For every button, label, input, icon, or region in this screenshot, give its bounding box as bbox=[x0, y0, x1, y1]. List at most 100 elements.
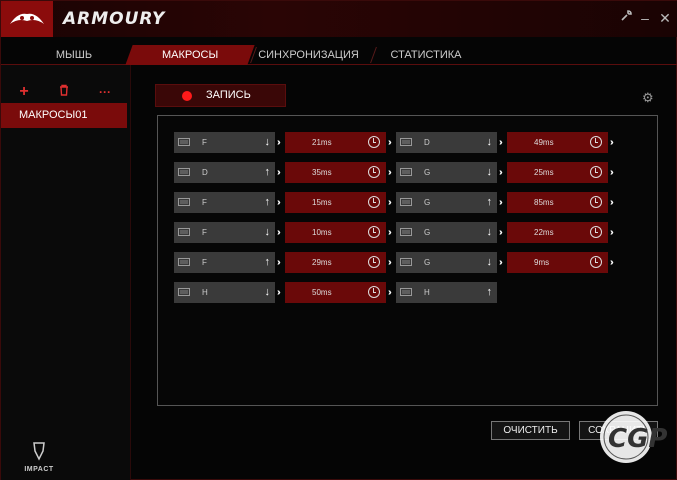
gear-icon[interactable]: ⚙ bbox=[642, 91, 656, 105]
clear-button[interactable]: ОЧИСТИТЬ bbox=[491, 421, 570, 440]
app-title: ARMOURY bbox=[63, 9, 166, 29]
keyboard-icon bbox=[178, 198, 190, 206]
more-options-button[interactable]: ··· bbox=[96, 83, 114, 101]
arrow-up-icon: ↑ bbox=[486, 196, 493, 208]
macro-key-step[interactable]: F ↓ bbox=[174, 132, 275, 153]
add-macro-button[interactable]: + bbox=[15, 83, 33, 101]
watermark-logo: CGP bbox=[600, 411, 667, 463]
chevron-right-icon: ›› bbox=[388, 287, 391, 298]
delay-value: 22ms bbox=[534, 228, 554, 237]
close-icon[interactable]: ✕ bbox=[656, 9, 674, 27]
arrow-down-icon: ↓ bbox=[264, 136, 271, 148]
macro-delay-step[interactable]: 50ms bbox=[285, 282, 386, 303]
key-label: F bbox=[202, 198, 207, 207]
clock-icon bbox=[590, 226, 602, 238]
macro-key-step[interactable]: F ↓ bbox=[174, 222, 275, 243]
clock-icon bbox=[368, 166, 380, 178]
macro-delay-step[interactable]: 10ms bbox=[285, 222, 386, 243]
chevron-right-icon: ›› bbox=[388, 167, 391, 178]
delay-value: 25ms bbox=[534, 168, 554, 177]
key-label: D bbox=[202, 168, 208, 177]
macro-delay-step[interactable]: 21ms bbox=[285, 132, 386, 153]
chevron-right-icon: ›› bbox=[610, 167, 613, 178]
macro-delay-step[interactable]: 49ms bbox=[507, 132, 608, 153]
tab-bar: МЫШЬ МАКРОСЫ СИНХРОНИЗАЦИЯ СТАТИСТИКА bbox=[1, 45, 677, 65]
macro-key-step[interactable]: D ↓ bbox=[396, 132, 497, 153]
tab-statistics[interactable]: СТАТИСТИКА bbox=[379, 45, 473, 65]
tab-macros[interactable]: МАКРОСЫ bbox=[125, 45, 255, 65]
chevron-right-icon: ›› bbox=[610, 137, 613, 148]
arrow-down-icon: ↓ bbox=[264, 226, 271, 238]
macro-delay-step[interactable]: 15ms bbox=[285, 192, 386, 213]
chevron-right-icon: ›› bbox=[499, 167, 502, 178]
macro-key-step[interactable]: H ↑ bbox=[396, 282, 497, 303]
clock-icon bbox=[368, 226, 380, 238]
macro-key-step[interactable]: D ↑ bbox=[174, 162, 275, 183]
keyboard-icon bbox=[178, 138, 190, 146]
arrow-down-icon: ↓ bbox=[486, 166, 493, 178]
svg-text:CGP: CGP bbox=[608, 424, 667, 454]
delay-value: 85ms bbox=[534, 198, 554, 207]
macro-key-step[interactable]: H ↓ bbox=[174, 282, 275, 303]
macro-key-step[interactable]: G ↓ bbox=[396, 222, 497, 243]
key-label: F bbox=[202, 138, 207, 147]
chevron-right-icon: ›› bbox=[277, 167, 280, 178]
clock-icon bbox=[590, 196, 602, 208]
arrow-down-icon: ↓ bbox=[486, 256, 493, 268]
clock-icon bbox=[368, 136, 380, 148]
key-label: G bbox=[424, 228, 431, 237]
delay-value: 50ms bbox=[312, 288, 332, 297]
delay-value: 15ms bbox=[312, 198, 332, 207]
keyboard-icon bbox=[400, 138, 412, 146]
arrow-up-icon: ↑ bbox=[264, 196, 271, 208]
key-label: G bbox=[424, 258, 431, 267]
keyboard-icon bbox=[178, 168, 190, 176]
chevron-right-icon: ›› bbox=[499, 137, 502, 148]
clock-icon bbox=[368, 196, 380, 208]
impact-logo: IMPACT bbox=[19, 441, 59, 473]
delay-value: 29ms bbox=[312, 258, 332, 267]
chevron-right-icon: ›› bbox=[499, 257, 502, 268]
chevron-right-icon: ›› bbox=[277, 287, 280, 298]
delete-macro-button[interactable] bbox=[55, 83, 73, 101]
arrow-down-icon: ↓ bbox=[486, 136, 493, 148]
chevron-right-icon: ›› bbox=[388, 227, 391, 238]
keyboard-icon bbox=[178, 288, 190, 296]
chevron-right-icon: ›› bbox=[388, 137, 391, 148]
chevron-right-icon: ›› bbox=[277, 197, 280, 208]
chevron-right-icon: ›› bbox=[610, 257, 613, 268]
clock-icon bbox=[590, 166, 602, 178]
keyboard-icon bbox=[400, 288, 412, 296]
macro-key-step[interactable]: G ↓ bbox=[396, 252, 497, 273]
keyboard-icon bbox=[400, 198, 412, 206]
arrow-up-icon: ↑ bbox=[486, 286, 493, 298]
sidebar-item-macro[interactable]: МАКРОСЫ01 bbox=[1, 103, 127, 128]
app-window: ARMOURY – ✕ МЫШЬ МАКРОСЫ СИНХРОНИЗАЦИЯ С… bbox=[0, 0, 677, 480]
impact-brand-text: IMPACT bbox=[24, 466, 54, 473]
key-label: G bbox=[424, 198, 431, 207]
macro-key-step[interactable]: F ↑ bbox=[174, 252, 275, 273]
arrow-down-icon: ↓ bbox=[264, 286, 271, 298]
tab-sync[interactable]: СИНХРОНИЗАЦИЯ bbox=[256, 45, 361, 65]
macro-delay-step[interactable]: 25ms bbox=[507, 162, 608, 183]
macro-delay-step[interactable]: 22ms bbox=[507, 222, 608, 243]
chevron-right-icon: ›› bbox=[277, 227, 280, 238]
rog-logo-icon bbox=[1, 1, 53, 37]
macro-delay-step[interactable]: 85ms bbox=[507, 192, 608, 213]
tab-mouse[interactable]: МЫШЬ bbox=[31, 45, 117, 65]
record-button[interactable]: ЗАПИСЬ bbox=[155, 84, 286, 107]
minimize-icon[interactable]: – bbox=[636, 9, 654, 27]
chevron-right-icon: ›› bbox=[499, 227, 502, 238]
title-bar: ARMOURY – ✕ bbox=[1, 1, 677, 37]
macro-key-step[interactable]: G ↑ bbox=[396, 192, 497, 213]
keyboard-icon bbox=[400, 228, 412, 236]
clock-icon bbox=[368, 256, 380, 268]
macro-key-step[interactable]: G ↓ bbox=[396, 162, 497, 183]
macro-delay-step[interactable]: 35ms bbox=[285, 162, 386, 183]
chevron-right-icon: ›› bbox=[277, 137, 280, 148]
wrench-icon[interactable] bbox=[617, 9, 635, 27]
macro-delay-step[interactable]: 9ms bbox=[507, 252, 608, 273]
macro-key-step[interactable]: F ↑ bbox=[174, 192, 275, 213]
macro-delay-step[interactable]: 29ms bbox=[285, 252, 386, 273]
keyboard-icon bbox=[178, 258, 190, 266]
